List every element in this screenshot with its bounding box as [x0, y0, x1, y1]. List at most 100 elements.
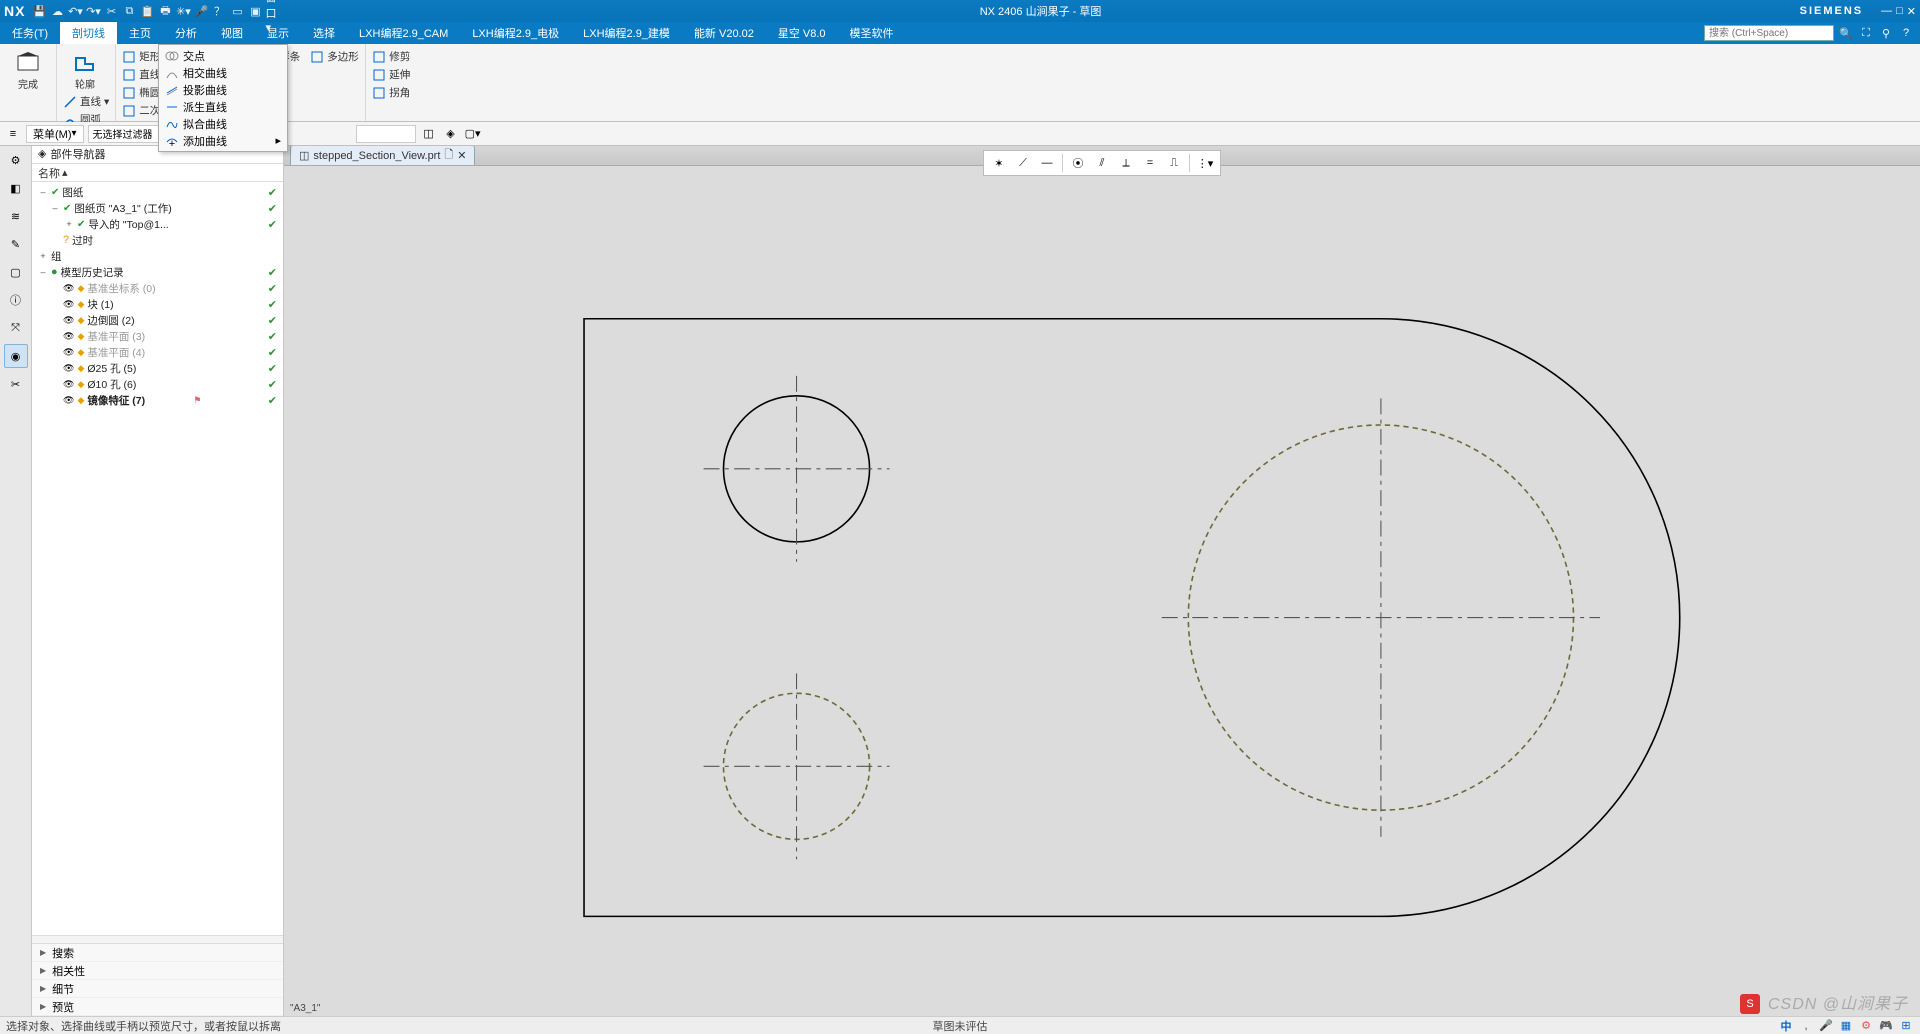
- menu-item-4[interactable]: 视图: [209, 22, 255, 44]
- dd-fit-curve[interactable]: 拟合曲线: [159, 115, 287, 132]
- undo-icon[interactable]: ↶▾: [67, 3, 83, 19]
- rail-settings-icon[interactable]: ⚙: [4, 148, 28, 172]
- paste-icon[interactable]: 📋: [139, 3, 155, 19]
- ime-badge[interactable]: S: [1740, 994, 1760, 1014]
- accordion-item[interactable]: ▶相关性: [32, 962, 283, 980]
- rail-tool-icon[interactable]: ⤧: [4, 316, 28, 340]
- rail-info-icon[interactable]: ⓘ: [4, 288, 28, 312]
- tree-node[interactable]: 👁◆基准坐标系 (0)✔: [32, 280, 283, 296]
- question-icon[interactable]: ？: [211, 3, 227, 19]
- save-icon[interactable]: 💾: [31, 3, 47, 19]
- tray-lang-icon[interactable]: 中: [1778, 1018, 1794, 1034]
- copy-icon[interactable]: ⧉: [121, 3, 137, 19]
- redo-icon[interactable]: ↷▾: [85, 3, 101, 19]
- rail-sketch-icon[interactable]: ✎: [4, 232, 28, 256]
- tray-ic4[interactable]: ⚙: [1858, 1018, 1874, 1034]
- tray-ic5[interactable]: 🎮: [1878, 1018, 1894, 1034]
- tab-close-icon[interactable]: ✕: [457, 149, 466, 162]
- tree-node[interactable]: 👁◆边倒圆 (2)✔: [32, 312, 283, 328]
- menu-item-0[interactable]: 任务(T): [0, 22, 60, 44]
- menu-item-11[interactable]: 星空 V8.0: [766, 22, 838, 44]
- dd-derive-line[interactable]: 派生直线: [159, 98, 287, 115]
- menu-item-7[interactable]: LXH编程2.9_CAM: [347, 22, 460, 44]
- constraint-fix-icon[interactable]: ⎍: [1163, 152, 1185, 174]
- tree-node[interactable]: +组: [32, 248, 283, 264]
- menu-item-6[interactable]: 选择: [301, 22, 347, 44]
- drawing-canvas[interactable]: [284, 166, 1920, 1016]
- sel-ic1[interactable]: ◫: [420, 125, 438, 143]
- search-input[interactable]: [1704, 25, 1834, 41]
- tray-ic1[interactable]: ,: [1798, 1018, 1814, 1034]
- line-button[interactable]: 直线▾: [63, 93, 109, 110]
- rail-selected-icon[interactable]: ◉: [4, 344, 28, 368]
- rail-cube-icon[interactable]: ◧: [4, 176, 28, 200]
- minimize-icon[interactable]: ―: [1881, 5, 1892, 18]
- constraint-more-icon[interactable]: ⋮▾: [1194, 152, 1216, 174]
- window1-icon[interactable]: ▭: [229, 3, 245, 19]
- maximize-icon[interactable]: □: [1896, 5, 1903, 18]
- menu-item-8[interactable]: LXH编程2.9_电极: [460, 22, 571, 44]
- menu-item-12[interactable]: 模圣软件: [838, 22, 906, 44]
- ribbon-cmd[interactable]: 修剪: [372, 48, 430, 65]
- rail-box-icon[interactable]: ▢: [4, 260, 28, 284]
- zoom-icon[interactable]: ⚲: [1878, 25, 1894, 41]
- finish-button[interactable]: 完成: [6, 46, 50, 91]
- tree-node[interactable]: –●模型历史记录✔: [32, 264, 283, 280]
- cloud-icon[interactable]: ☁: [49, 3, 65, 19]
- tree-node[interactable]: 👁◆Ø10 孔 (6)✔: [32, 376, 283, 392]
- menu-item-10[interactable]: 能新 V20.02: [682, 22, 766, 44]
- tree-node[interactable]: ?过时: [32, 232, 283, 248]
- search-icon[interactable]: 🔍: [1838, 25, 1854, 41]
- menu-item-2[interactable]: 主页: [117, 22, 163, 44]
- tree-node[interactable]: 👁◆块 (1)✔: [32, 296, 283, 312]
- menu-item-3[interactable]: 分析: [163, 22, 209, 44]
- ribbon-cmd[interactable]: 多边形: [310, 48, 359, 65]
- constraint-parallel-icon[interactable]: ⫽: [1091, 152, 1113, 174]
- rail-misc-icon[interactable]: ✂: [4, 372, 28, 396]
- sel-ic3[interactable]: ▢▾: [464, 125, 482, 143]
- sel-ic2[interactable]: ◈: [442, 125, 460, 143]
- dd-project[interactable]: 投影曲线: [159, 81, 287, 98]
- dd-intersect-curve[interactable]: 相交曲线: [159, 64, 287, 81]
- help-icon[interactable]: ?: [1898, 25, 1914, 41]
- dd-add-curve[interactable]: +添加曲线▸: [159, 132, 287, 149]
- accordion-item[interactable]: ▶搜索: [32, 944, 283, 962]
- window-dropdown[interactable]: 窗口▾: [265, 3, 281, 19]
- mic-icon[interactable]: 🎤: [193, 3, 209, 19]
- document-tab[interactable]: ◫ stepped_Section_View.prt 🗋 ✕: [290, 145, 475, 165]
- cut-icon[interactable]: ✂: [103, 3, 119, 19]
- rail-layers-icon[interactable]: ≋: [4, 204, 28, 228]
- constraint-perpendicular-icon[interactable]: ⟂: [1115, 152, 1137, 174]
- menu-item-9[interactable]: LXH编程2.9_建模: [571, 22, 682, 44]
- tree-node[interactable]: –✔图纸✔: [32, 184, 283, 200]
- dd-intersect[interactable]: 交点: [159, 47, 287, 64]
- accordion-item[interactable]: ▶预览: [32, 998, 283, 1016]
- list-icon[interactable]: ≡: [4, 125, 22, 143]
- ribbon-cmd[interactable]: 延伸: [372, 66, 430, 83]
- constraint-equal-icon[interactable]: =: [1139, 152, 1161, 174]
- constraint-coincident-icon[interactable]: ✶: [988, 152, 1010, 174]
- close-icon[interactable]: ✕: [1907, 5, 1916, 18]
- tray-ic3[interactable]: ▦: [1838, 1018, 1854, 1034]
- scope-select[interactable]: [356, 125, 416, 143]
- tray-ic2[interactable]: 🎤: [1818, 1018, 1834, 1034]
- constraint-horizontal-icon[interactable]: —: [1036, 152, 1058, 174]
- profile-button[interactable]: 轮廓: [63, 46, 107, 91]
- accordion-item[interactable]: ▶细节: [32, 980, 283, 998]
- menu-dropdown[interactable]: 菜单(M) ▾: [26, 125, 84, 143]
- fullscreen-icon[interactable]: ⛶: [1858, 25, 1874, 41]
- render-icon[interactable]: ✳▾: [175, 3, 191, 19]
- tree-node[interactable]: +✔导入的 "Top@1...✔: [32, 216, 283, 232]
- window2-icon[interactable]: ▣: [247, 3, 263, 19]
- menu-item-1[interactable]: 剖切线: [60, 22, 117, 44]
- tree-node[interactable]: 👁◆基准平面 (4)✔: [32, 344, 283, 360]
- tree-node[interactable]: 👁◆基准平面 (3)✔: [32, 328, 283, 344]
- print-icon[interactable]: 🖶: [157, 3, 173, 19]
- tree-node[interactable]: 👁◆Ø25 孔 (5)✔: [32, 360, 283, 376]
- ribbon-cmd[interactable]: 拐角: [372, 84, 430, 101]
- tree-node[interactable]: –✔图纸页 "A3_1" (工作)✔: [32, 200, 283, 216]
- constraint-tangent-icon[interactable]: ⦿: [1067, 152, 1089, 174]
- tray-ic6[interactable]: ⊞: [1898, 1018, 1914, 1034]
- navigator-column-header[interactable]: 名称▴: [32, 164, 283, 182]
- constraint-point-on-icon[interactable]: ⟋: [1012, 152, 1034, 174]
